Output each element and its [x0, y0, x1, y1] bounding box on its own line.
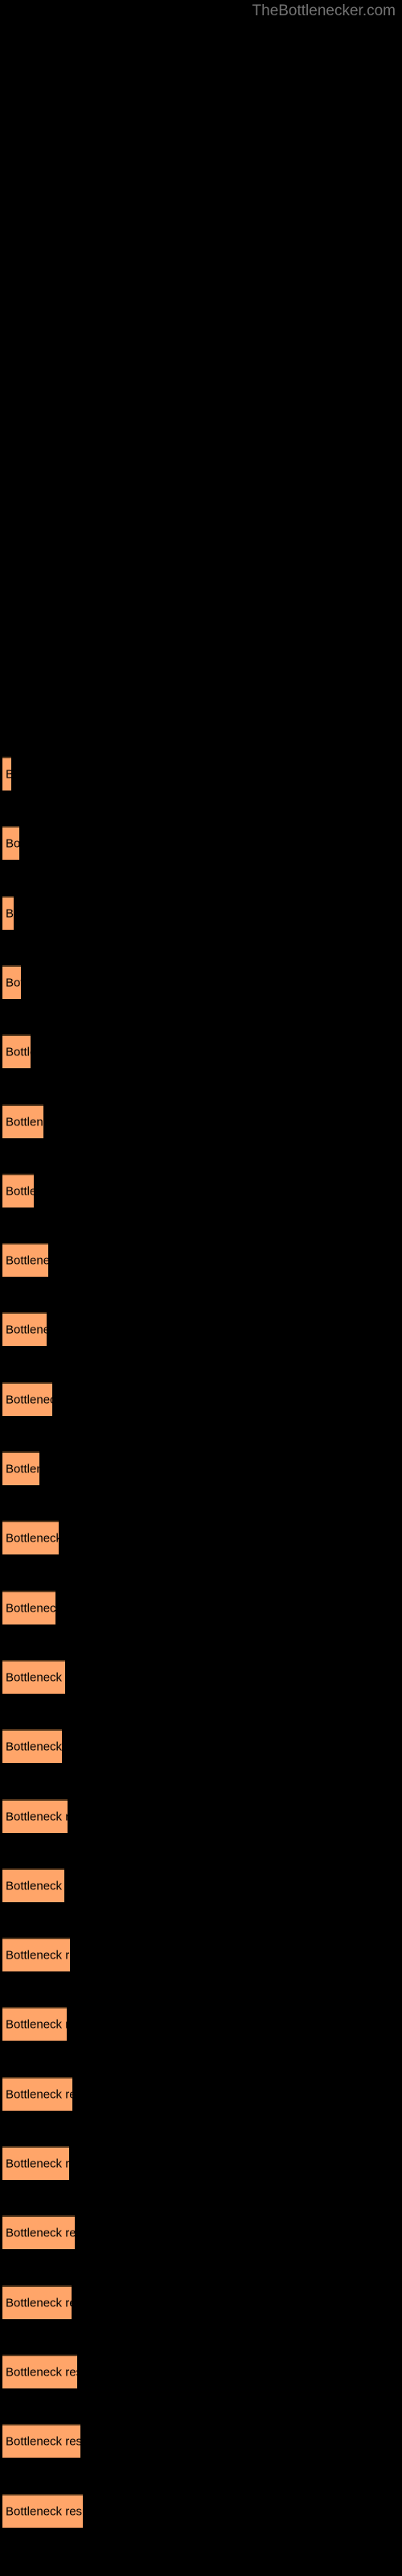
bar-row: Bottleneck result: [0, 1938, 402, 1972]
bar-label: Bottleneck result: [6, 1323, 47, 1337]
bar-label: Bottleneck result: [6, 2017, 67, 2032]
bar-row: Bottleneck result: [0, 1798, 402, 1833]
bar-label: Bottleneck result: [6, 1601, 55, 1616]
bar-row: Bottleneck result: [0, 1521, 402, 1555]
bar-label: Bottleneck result: [6, 1948, 70, 1963]
bar: Bottleneck result: [2, 1034, 31, 1069]
bar: Bottleneck result: [2, 1243, 48, 1278]
bar-label: Bottleneck result: [6, 976, 21, 990]
bar-label: Bottleneck result: [6, 1531, 59, 1546]
bar: Bottleneck result: [2, 1381, 52, 1416]
bar-label: Bottleneck result: [6, 1393, 52, 1407]
bar-row: Bottleneck result: [0, 757, 402, 791]
bar-row: Bottleneck result: [0, 1381, 402, 1416]
bar-label: Bottleneck result: [6, 1115, 43, 1129]
bar-row: Bottleneck result: [0, 1451, 402, 1485]
bar: Bottleneck result: [2, 1590, 55, 1624]
bar-row: Bottleneck result: [0, 2354, 402, 2388]
bar-label: Bottleneck result: [6, 2087, 72, 2102]
bar-row: Bottleneck result: [0, 2424, 402, 2458]
bar-label: Bottleneck result: [6, 2157, 69, 2171]
bar-row: Bottleneck result: [0, 2076, 402, 2111]
bar: Bottleneck result: [2, 895, 14, 930]
bar-label: Bottleneck result: [6, 768, 11, 782]
bar: Bottleneck result: [2, 1104, 43, 1138]
bar-row: Bottleneck result: [0, 1729, 402, 1764]
bar-label: Bottleneck result: [6, 906, 14, 921]
bar-row: Bottleneck result: [0, 1868, 402, 1902]
bar: Bottleneck result: [2, 2424, 80, 2458]
bar: Bottleneck result: [2, 2146, 69, 2180]
bar: Bottleneck result: [2, 1451, 39, 1485]
bar-row: Bottleneck result: [0, 1590, 402, 1624]
bar-label: Bottleneck result: [6, 1740, 62, 1754]
bar-label: Bottleneck result: [6, 2434, 80, 2449]
bar-row: Bottleneck result: [0, 2146, 402, 2180]
bar-label: Bottleneck result: [6, 2365, 77, 2380]
bar-label: Bottleneck result: [6, 1045, 31, 1059]
bar-row: Bottleneck result: [0, 2285, 402, 2319]
bar-row: Bottleneck result: [0, 1243, 402, 1278]
bar: Bottleneck result: [2, 964, 21, 999]
page-root: TheBottlenecker.com Bottleneck resultBot…: [0, 0, 402, 2576]
bar-label: Bottleneck result: [6, 2226, 75, 2240]
bar: Bottleneck result: [2, 2493, 83, 2528]
bar-row: Bottleneck result: [0, 964, 402, 999]
bar-label: Bottleneck result: [6, 1184, 34, 1199]
bar: Bottleneck result: [2, 2076, 72, 2111]
bar-label: Bottleneck result: [6, 1253, 48, 1268]
bar: Bottleneck result: [2, 1521, 59, 1555]
bar: Bottleneck result: [2, 1173, 34, 1208]
bottleneck-bar-chart: Bottleneck result Bottleneck result Bottle…: [0, 0, 402, 2576]
bar-row: Bottleneck result: [0, 826, 402, 861]
bar: Bottleneck result: [2, 1312, 47, 1347]
bar: Bottleneck result: [2, 2354, 77, 2388]
bar: Bottleneck result: [2, 826, 19, 861]
bar-row: Bottleneck result: [0, 1659, 402, 1694]
bar: Bottleneck result: [2, 1938, 70, 1972]
bar: Bottleneck result: [2, 1659, 65, 1694]
bar-row: Bottleneck result: [0, 2215, 402, 2250]
bar-label: Bottleneck result: [6, 1810, 68, 1823]
bar-label: Bottleneck result: [6, 1879, 64, 1893]
bar-label: Bottleneck result: [6, 1670, 65, 1685]
bar-row: Bottleneck result: [0, 1173, 402, 1208]
bar-row: Bottleneck result: [0, 2493, 402, 2528]
bar-label: Bottleneck result: [6, 836, 19, 851]
bar-row: Bottleneck result: [0, 1312, 402, 1347]
bar: Bottleneck result: [2, 2285, 72, 2319]
bar: Bottleneck result: [2, 2007, 67, 2041]
bar: Bottleneck result: [2, 1868, 64, 1902]
bar: Bottleneck result: [2, 757, 11, 791]
bar-row: Bottleneck result: [0, 2007, 402, 2041]
bar: Bottleneck result: [2, 1798, 68, 1833]
bar-row: Bottleneck result: [0, 895, 402, 930]
bar-row: Bottleneck result: [0, 1104, 402, 1138]
bar-label: Bottleneck result: [6, 2504, 83, 2518]
bar: Bottleneck result: [2, 2215, 75, 2250]
bar-label: Bottleneck result: [6, 1462, 39, 1476]
bar: Bottleneck result: [2, 1729, 62, 1764]
bar-label: Bottleneck result: [6, 2296, 72, 2310]
bar-row: Bottleneck result: [0, 1034, 402, 1069]
